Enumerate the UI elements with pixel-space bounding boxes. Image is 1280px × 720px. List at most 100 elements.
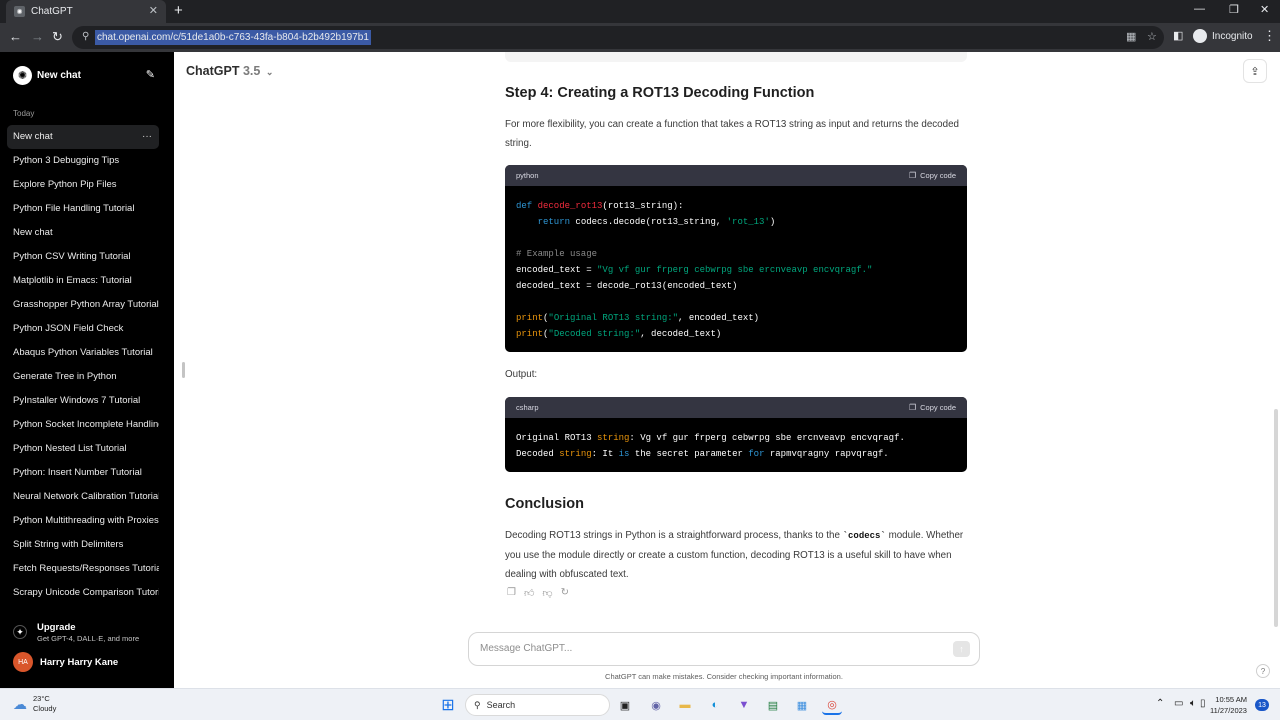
chat-item[interactable]: Python 3 Debugging Tips [7,149,159,173]
code-token: is [618,449,630,459]
send-button[interactable]: ↑ [953,641,970,657]
chat-item[interactable]: New chat [7,221,159,245]
message-composer[interactable]: Message ChatGPT... ↑ [468,632,980,666]
chat-item[interactable]: PyInstaller Windows 7 Tutorial [7,389,159,413]
chat-item[interactable]: Python Socket Incomplete Handling [7,413,159,437]
chat-item[interactable]: Grasshopper Python Array Tutorial [7,293,159,317]
upgrade-subtitle: Get GPT-4, DALL·E, and more [37,634,140,643]
reload-button[interactable]: ↻ [52,29,63,45]
code-token: def [516,201,538,211]
file-explorer-icon[interactable]: ▬ [675,695,695,715]
chat-item-label: Python 3 Debugging Tips [13,155,120,166]
chat-options-icon[interactable]: ··· [142,125,152,149]
model-selector[interactable]: ChatGPT 3.5 ⌄ [186,64,273,78]
upgrade-plan-button[interactable]: ✦ Upgrade Get GPT-4, DALL·E, and more [13,622,139,643]
chat-item[interactable]: Abaqus Python Variables Tutorial [7,341,159,365]
copy-code-button[interactable]: ❐ Copy code [909,171,956,180]
tray-chevron-up-icon[interactable]: ⌃ [1156,698,1164,709]
chat-item[interactable]: Neural Network Calibration Tutorial [7,485,159,509]
sidebar-collapse-handle[interactable] [182,362,185,378]
chat-item[interactable]: Python File Handling Tutorial [7,197,159,221]
inline-code: `codecs` [842,531,886,541]
url-text[interactable]: chat.openai.com/c/51de1a0b-c763-43fa-b80… [95,30,371,45]
weather-widget[interactable]: ☁ 23°C Cloudy [13,694,56,714]
copy-code-label: Copy code [920,171,956,180]
chat-item-active[interactable]: New chat ··· [7,125,159,149]
address-bar[interactable]: ⚲ chat.openai.com/c/51de1a0b-c763-43fa-b… [72,26,1164,49]
chat-item[interactable]: Python: Insert Number Tutorial [7,461,159,485]
message-input[interactable]: Message ChatGPT... [480,643,572,654]
edge-browser-icon[interactable]: ◐ [705,695,725,715]
thumbs-down-icon[interactable]: 👎︎ [542,587,552,599]
step4-paragraph: For more flexibility, you can create a f… [505,119,959,149]
side-panel-icon[interactable]: ◧ [1173,29,1183,42]
back-button[interactable]: ← [9,29,22,44]
tab-close-icon[interactable]: ✕ [149,4,158,17]
main-panel: ChatGPT 3.5 ⌄ ⇪ Step 4: Creating a ROT13… [174,52,1280,688]
minimize-button[interactable]: — [1194,3,1205,15]
windows-start-icon[interactable]: ⊞ [438,695,458,715]
help-button[interactable]: ? [1256,664,1270,678]
chat-item[interactable]: Explore Python Pip Files [7,173,159,197]
chat-item[interactable]: Python Multithreading with Proxies [7,509,159,533]
thumbs-up-icon[interactable]: 👍︎ [524,587,534,599]
maximize-button[interactable]: ❐ [1229,3,1239,16]
copy-icon[interactable]: ❐ [507,587,516,599]
chat-item[interactable]: Python CSV Writing Tutorial [7,245,159,269]
code-header: csharp ❐ Copy code [505,397,967,418]
clipboard-icon: ❐ [908,171,917,180]
task-view-icon[interactable]: ▣ [615,695,635,715]
chat-item[interactable]: Matplotlib in Emacs: Tutorial [7,269,159,293]
notification-badge[interactable]: 13 [1255,699,1269,711]
forward-button[interactable]: → [31,29,44,44]
copy-code-button[interactable]: ❐ Copy code [909,403,956,412]
regenerate-icon[interactable]: ↻ [561,587,569,599]
network-icon[interactable]: ▭ [1174,698,1183,709]
incognito-label: Incognito [1212,30,1253,42]
share-button[interactable]: ⇪ [1243,59,1267,83]
chat-app-icon[interactable]: ◉ [646,695,666,715]
taskbar-search[interactable]: ⚲ Search [465,694,610,716]
scrollbar-thumb[interactable] [1274,409,1278,627]
window-close-button[interactable]: ✕ [1260,3,1269,16]
chat-item-label: Python Nested List Tutorial [13,443,127,454]
qr-code-icon[interactable]: ▦ [1126,30,1136,43]
battery-icon[interactable]: ▯ [1200,698,1206,709]
browser-menu-icon[interactable]: ⋮ [1263,28,1276,44]
clock-date: 11/27/2023 [1210,706,1247,715]
chat-item[interactable]: Fetch Requests/Responses Tutorial [7,557,159,581]
browser-tab[interactable]: ✺ ChatGPT ✕ [6,0,166,23]
weather-condition: Cloudy [33,704,57,713]
bookmark-star-icon[interactable]: ☆ [1147,30,1157,43]
chrome-icon[interactable]: ◎ [822,695,842,715]
system-clock[interactable]: 10:55 AM 11/27/2023 [1210,694,1247,716]
new-chat-header[interactable]: ✺ New chat ✎ [13,66,155,85]
search-label: Search [486,700,516,710]
network-app-icon[interactable]: ▦ [792,695,812,715]
chat-item[interactable]: Python Nested List Tutorial [7,437,159,461]
chat-item[interactable]: Generate Tree in Python [7,365,159,389]
site-info-icon[interactable]: ⚲ [82,31,89,42]
code-line: Decoded string: It is the secret paramet… [516,446,956,462]
volume-icon[interactable]: 🔈︎ [1190,698,1196,709]
windows-taskbar: ☁ 23°C Cloudy ⊞ ⚲ Search ▣ ◉ ▬ ◐ ▼ ▤ ▦ ◎… [0,688,1280,720]
history-section-label: Today [13,109,35,118]
chat-item[interactable]: Scrapy Unicode Comparison Tutorial [7,581,159,605]
new-chat-edit-icon[interactable]: ✎ [146,68,155,81]
new-chat-label: New chat [37,70,81,81]
vpn-app-icon[interactable]: ▼ [734,695,754,715]
incognito-indicator[interactable]: Incognito [1193,29,1253,43]
code-token: "Original ROT13 string:" [548,313,679,323]
code-token: print [516,313,544,323]
clock-time: 10:55 AM [1215,695,1247,704]
chat-item[interactable]: Python JSON Field Check [7,317,159,341]
chat-item[interactable]: Split String with Delimiters [7,533,159,557]
sparkle-icon: ✦ [13,625,27,639]
user-profile-button[interactable]: HA Harry Harry Kane [13,652,118,672]
code-token: decoded_text = decode_rot13(encoded_text… [516,281,738,291]
model-version: 3.5 [242,64,261,78]
new-tab-button[interactable]: + [174,2,183,19]
spreadsheet-app-icon[interactable]: ▤ [763,695,783,715]
